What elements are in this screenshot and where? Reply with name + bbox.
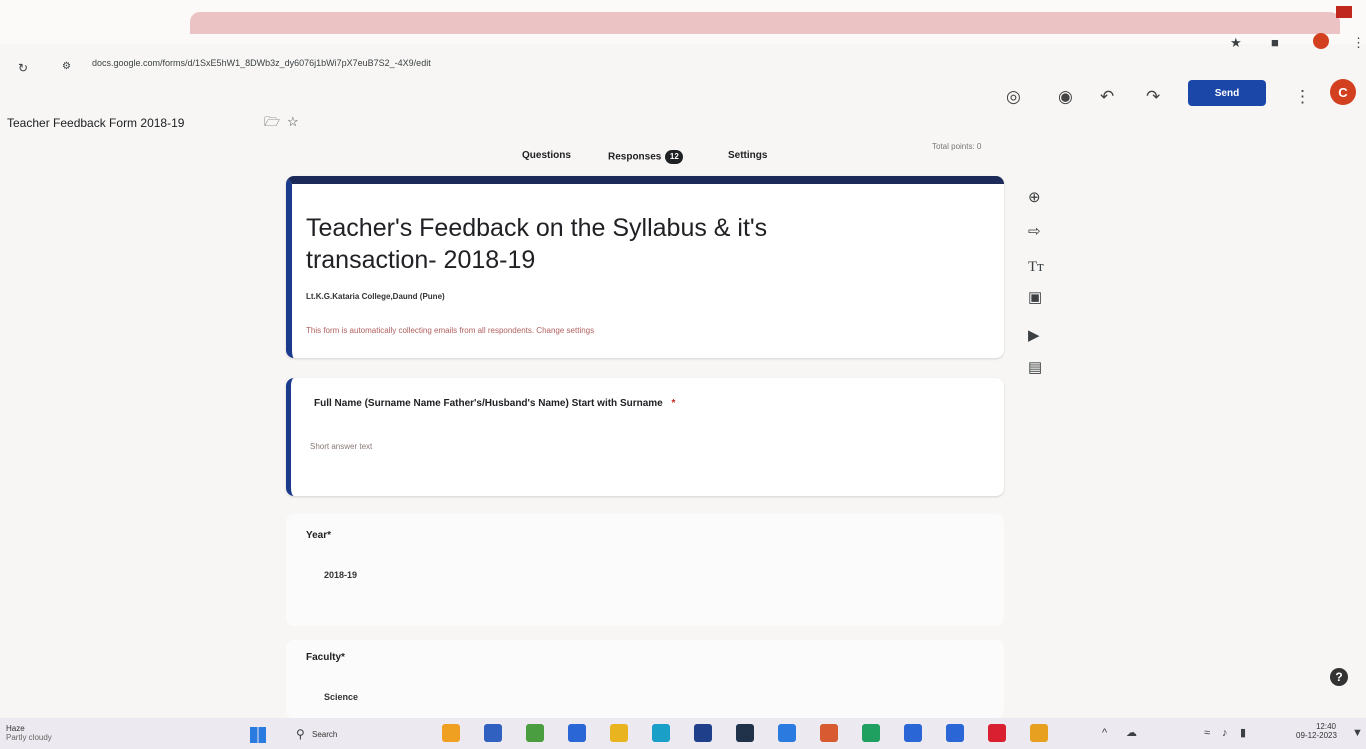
move-to-folder-icon[interactable]: 🗁 [264,115,280,128]
show-hidden-icons-icon[interactable]: ^ [1102,728,1107,739]
form-title[interactable]: Teacher's Feedback on the Syllabus & it'… [306,212,866,276]
responses-count-badge: 12 [665,150,684,164]
add-video-icon[interactable]: ▶ [1028,328,1040,343]
add-question-icon[interactable]: ⊕ [1028,190,1041,205]
taskbar-app-icon[interactable] [652,724,670,742]
avatar[interactable]: C [1330,79,1356,105]
taskbar-app-icon[interactable] [610,724,628,742]
question-card-year[interactable] [286,514,1004,626]
question-label: Year [306,530,328,541]
search-icon[interactable]: ⚲ [296,728,305,740]
cloud-icon[interactable]: ☁ [1126,728,1137,739]
send-button[interactable]: Send [1188,80,1266,106]
add-section-icon[interactable]: ▤ [1028,360,1042,375]
star-icon[interactable]: ☆ [287,115,299,128]
browser-tab[interactable] [190,12,1340,34]
required-marker: * [671,398,676,409]
system-clock[interactable]: 12:40 09-12-2023 [1296,722,1337,740]
tab-settings[interactable]: Settings [728,150,767,161]
add-image-icon[interactable]: ▣ [1028,290,1042,305]
taskbar-app-icon[interactable] [442,724,460,742]
question-title[interactable]: Faculty* [306,652,345,663]
bookmark-star-icon[interactable]: ★ [1230,36,1242,49]
taskbar-app-icon[interactable] [526,724,544,742]
taskbar-search-label[interactable]: Search [312,730,337,739]
taskbar-app-icon[interactable] [988,724,1006,742]
taskbar-app-icon[interactable] [1030,724,1048,742]
clock-time: 12:40 [1315,722,1336,731]
taskbar-app-icon[interactable] [694,724,712,742]
address-url[interactable]: docs.google.com/forms/d/1SxE5hW1_8DWb3z_… [92,58,431,68]
help-icon[interactable]: ? [1330,668,1348,686]
extension-icon[interactable]: ■ [1271,36,1279,49]
taskbar-app-icon[interactable] [862,724,880,742]
volume-icon[interactable]: ♪ [1222,728,1228,739]
taskbar-app-icon[interactable] [778,724,796,742]
total-points: Total points: 0 [932,142,982,151]
dropdown-selected-value[interactable]: 2018-19 [324,570,357,580]
required-marker: * [341,652,345,663]
taskbar-app-icon[interactable] [736,724,754,742]
wifi-icon[interactable]: ≈ [1204,728,1210,739]
required-marker: * [327,530,332,541]
taskbar-app-icon[interactable] [820,724,838,742]
taskbar-app-icon[interactable] [484,724,502,742]
more-options-icon[interactable]: ⋮ [1294,88,1311,105]
question-title[interactable]: Year* [306,530,331,541]
battery-icon[interactable]: ▮ [1240,728,1246,739]
start-button-icon[interactable] [250,727,266,743]
menu-icon[interactable]: ⋮ [1352,36,1365,49]
taskbar-app-icon[interactable] [904,724,922,742]
form-description[interactable]: Lt.K.G.Kataria College,Daund (Pune) [306,292,445,301]
taskbar-app-icon[interactable] [946,724,964,742]
tab-responses[interactable]: Responses 12 [608,150,684,164]
site-info-icon[interactable]: ⚙ [62,62,71,72]
redo-icon[interactable]: ↷ [1146,88,1160,105]
clock-date: 09-12-2023 [1296,731,1337,740]
dropdown-selected-value[interactable]: Science [324,692,358,702]
short-answer-placeholder: Short answer text [310,442,373,451]
taskbar-app-icon[interactable] [568,724,586,742]
import-questions-icon[interactable]: ⇨ [1028,224,1041,239]
undo-icon[interactable]: ↶ [1100,88,1114,105]
preview-icon[interactable]: ◉ [1058,88,1073,105]
reload-icon[interactable]: ↻ [18,62,28,74]
tab-responses-label: Responses [608,151,662,163]
question-title[interactable]: Full Name (Surname Name Father's/Husband… [314,398,675,409]
question-card-faculty[interactable] [286,640,1004,718]
profile-icon[interactable] [1313,33,1329,49]
weather-detail: Partly cloudy [6,733,52,742]
weather-condition: Haze [6,724,25,733]
document-title[interactable]: Teacher Feedback Form 2018-19 [7,116,184,130]
question-label: Full Name (Surname Name Father's/Husband… [314,398,663,409]
window-close-button[interactable] [1336,6,1352,18]
windows-taskbar [0,718,1366,749]
weather-widget[interactable]: Haze Partly cloudy [6,724,52,742]
tab-questions[interactable]: Questions [522,150,571,161]
question-label: Faculty [306,652,342,663]
email-collection-notice: This form is automatically collecting em… [306,326,595,335]
add-title-icon[interactable]: Tт [1028,260,1044,275]
side-toolbar [1014,180,1056,380]
question-card-full-name[interactable] [286,378,1004,496]
customize-theme-icon[interactable]: ◎ [1006,88,1021,105]
notifications-icon[interactable]: ▼ [1352,728,1363,739]
